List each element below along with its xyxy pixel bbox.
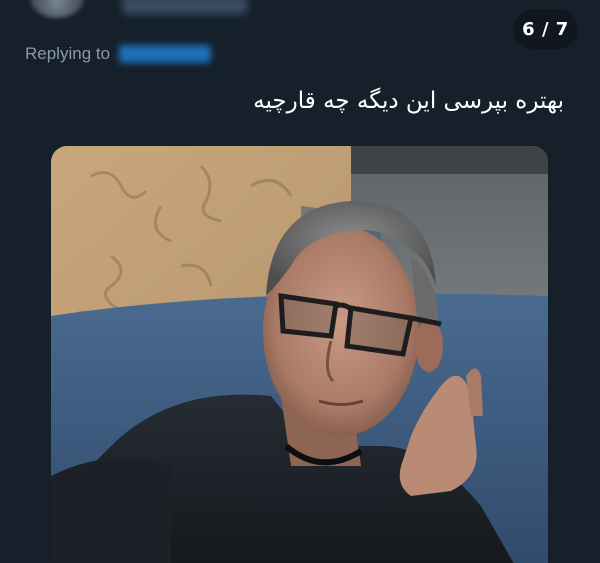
avatar[interactable]	[30, 0, 84, 18]
replying-to-row: Replying to ••••••	[25, 42, 212, 66]
tweet-photo[interactable]	[51, 146, 548, 563]
tweet-screen: •••••• 6 / 7 Replying to •••••• بهتره بپ…	[0, 0, 600, 563]
tweet-text: بهتره بپرسی این دیگه چه قارچیه	[253, 88, 564, 114]
replying-to-label: Replying to	[25, 44, 111, 63]
thread-counter-badge: 6 / 7	[513, 9, 578, 49]
reply-handle-link[interactable]: ••••••	[119, 45, 212, 63]
photo-illustration	[51, 146, 548, 563]
tweet-header: ••••••	[0, 0, 600, 30]
author-name[interactable]: ••••••	[122, 0, 247, 14]
